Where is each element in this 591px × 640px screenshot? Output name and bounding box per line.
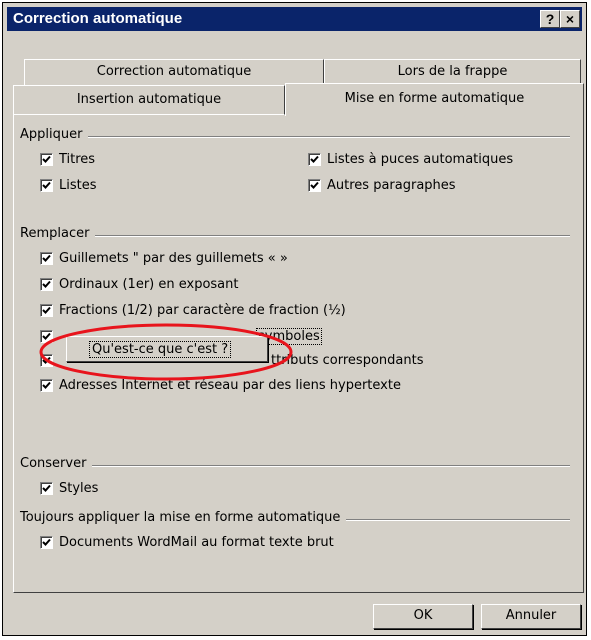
help-button[interactable]: ? [540,10,560,28]
checkbox-autres-paragraphes[interactable]: Autres paragraphes [308,178,456,193]
checkbox-guillemets[interactable]: Guillemets " par des guillemets « » [40,251,288,266]
section-title-toujours: Toujours appliquer la mise en forme auto… [20,510,347,525]
checkbox-titres[interactable]: Titres [40,152,95,167]
section-title-appliquer: Appliquer [20,127,89,142]
checkbox-checked-icon [40,304,53,317]
window-title: Correction automatique [13,10,183,27]
checkbox-checked-icon [40,482,53,495]
tab-correction-automatique[interactable]: Correction automatique [24,59,324,85]
tab-mise-en-forme-automatique[interactable]: Mise en forme automatique [285,83,584,116]
tab-label: Correction automatique [96,64,252,79]
tab-lors-de-la-frappe[interactable]: Lors de la frappe [324,59,581,85]
cancel-button[interactable]: Annuler [481,604,581,629]
checkbox-label: Listes à puces automatiques [327,152,514,167]
checkbox-checked-icon [308,153,321,166]
checkbox-label: Guillemets " par des guillemets « » [59,251,288,266]
checkbox-label: Documents WordMail au format texte brut [59,535,334,550]
checkbox-label: Titres [59,152,96,167]
checkbox-label: Fractions (1/2) par caractère de fractio… [59,303,346,318]
checkbox-listes-puces[interactable]: Listes à puces automatiques [308,152,513,167]
divider [20,465,570,467]
checkbox-label: Styles [59,481,99,496]
checkbox-checked-icon [40,536,53,549]
checkbox-wordmail[interactable]: Documents WordMail au format texte brut [40,535,334,550]
checkbox-checked-icon [40,179,53,192]
checkbox-label: Autres paragraphes [327,178,456,193]
section-title-remplacer: Remplacer [20,226,96,241]
tab-label: Mise en forme automatique [344,91,525,106]
checkbox-label: Listes [59,178,97,193]
tab-label: Insertion automatique [76,92,222,107]
checkbox-styles[interactable]: Styles [40,481,98,496]
checkbox-checked-icon [40,278,53,291]
tab-label: Lors de la frappe [397,64,508,79]
ok-button[interactable]: OK [373,604,473,629]
divider [20,235,570,237]
close-button[interactable]: × [560,10,580,28]
divider [20,136,570,138]
checkbox-checked-icon [40,252,53,265]
checkbox-fractions[interactable]: Fractions (1/2) par caractère de fractio… [40,303,346,318]
title-bar: Correction automatique ? × [7,7,582,31]
dialog-window: Correction automatique ? × Correction au… [2,2,587,636]
highlight-ellipse [39,323,293,381]
checkbox-label: Ordinaux (1er) en exposant [59,277,239,292]
checkbox-ordinaux[interactable]: Ordinaux (1er) en exposant [40,277,239,292]
checkbox-checked-icon [308,179,321,192]
checkbox-listes[interactable]: Listes [40,178,97,193]
section-title-conserver: Conserver [20,456,93,471]
tab-insertion-automatique[interactable]: Insertion automatique [13,85,285,115]
checkbox-checked-icon [40,153,53,166]
